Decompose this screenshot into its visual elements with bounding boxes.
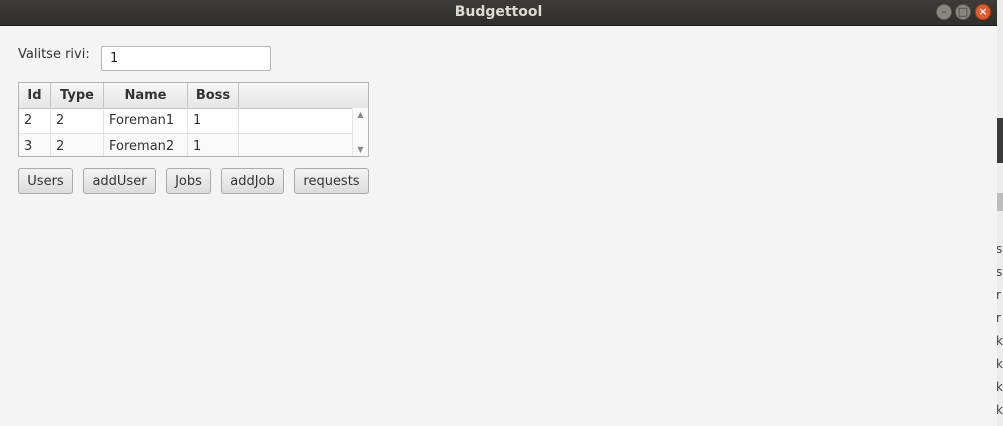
column-header-id[interactable]: Id [19, 83, 51, 108]
cell-boss: 1 [188, 108, 239, 133]
row-select-input[interactable] [101, 46, 271, 71]
scroll-down-icon[interactable]: ▼ [356, 145, 365, 154]
cell-name: Foreman1 [104, 108, 188, 133]
cell-filler [239, 134, 352, 156]
cell-type: 2 [51, 108, 104, 133]
users-button[interactable]: Users [18, 168, 73, 194]
minimize-icon[interactable]: – [936, 4, 952, 20]
window-title: Budgettool [454, 4, 543, 20]
close-icon[interactable]: × [975, 4, 991, 20]
background-text: k [997, 334, 1003, 348]
background-text: k [997, 357, 1003, 371]
background-text: s [997, 242, 1003, 256]
column-header-boss[interactable]: Boss [188, 83, 239, 108]
cell-type: 2 [51, 134, 104, 156]
table-row[interactable]: 2 2 Foreman1 1 [19, 108, 352, 134]
background-window-edge: s s r r k k k k [997, 0, 1003, 426]
background-text: r [997, 311, 1001, 325]
scroll-up-icon[interactable]: ▲ [356, 110, 365, 119]
maximize-icon[interactable]: □ [955, 4, 971, 20]
cell-boss: 1 [188, 134, 239, 156]
cell-id: 3 [19, 134, 51, 156]
background-window-block [997, 193, 1003, 211]
background-text: k [997, 403, 1003, 417]
background-text: k [997, 380, 1003, 394]
add-user-button[interactable]: addUser [83, 168, 156, 194]
background-text: r [997, 288, 1001, 302]
cell-filler [239, 108, 352, 133]
column-header-filler [239, 83, 368, 108]
table-scrollbar[interactable]: ▲ ▼ [352, 108, 368, 156]
jobs-button[interactable]: Jobs [166, 168, 211, 194]
add-job-button[interactable]: addJob [221, 168, 284, 194]
background-window-block [997, 118, 1003, 163]
column-header-type[interactable]: Type [51, 83, 104, 108]
table-row[interactable]: 3 2 Foreman2 1 [19, 134, 352, 156]
background-text: s [997, 265, 1003, 279]
table-header: Id Type Name Boss [19, 83, 368, 109]
title-bar: Budgettool – □ × [0, 0, 997, 26]
requests-button[interactable]: requests [294, 168, 369, 194]
users-table[interactable]: Id Type Name Boss 2 2 Foreman1 1 3 2 For… [18, 82, 369, 157]
cell-id: 2 [19, 108, 51, 133]
row-select-label: Valitse rivi: [18, 47, 90, 62]
column-header-name[interactable]: Name [104, 83, 188, 108]
cell-name: Foreman2 [104, 134, 188, 156]
